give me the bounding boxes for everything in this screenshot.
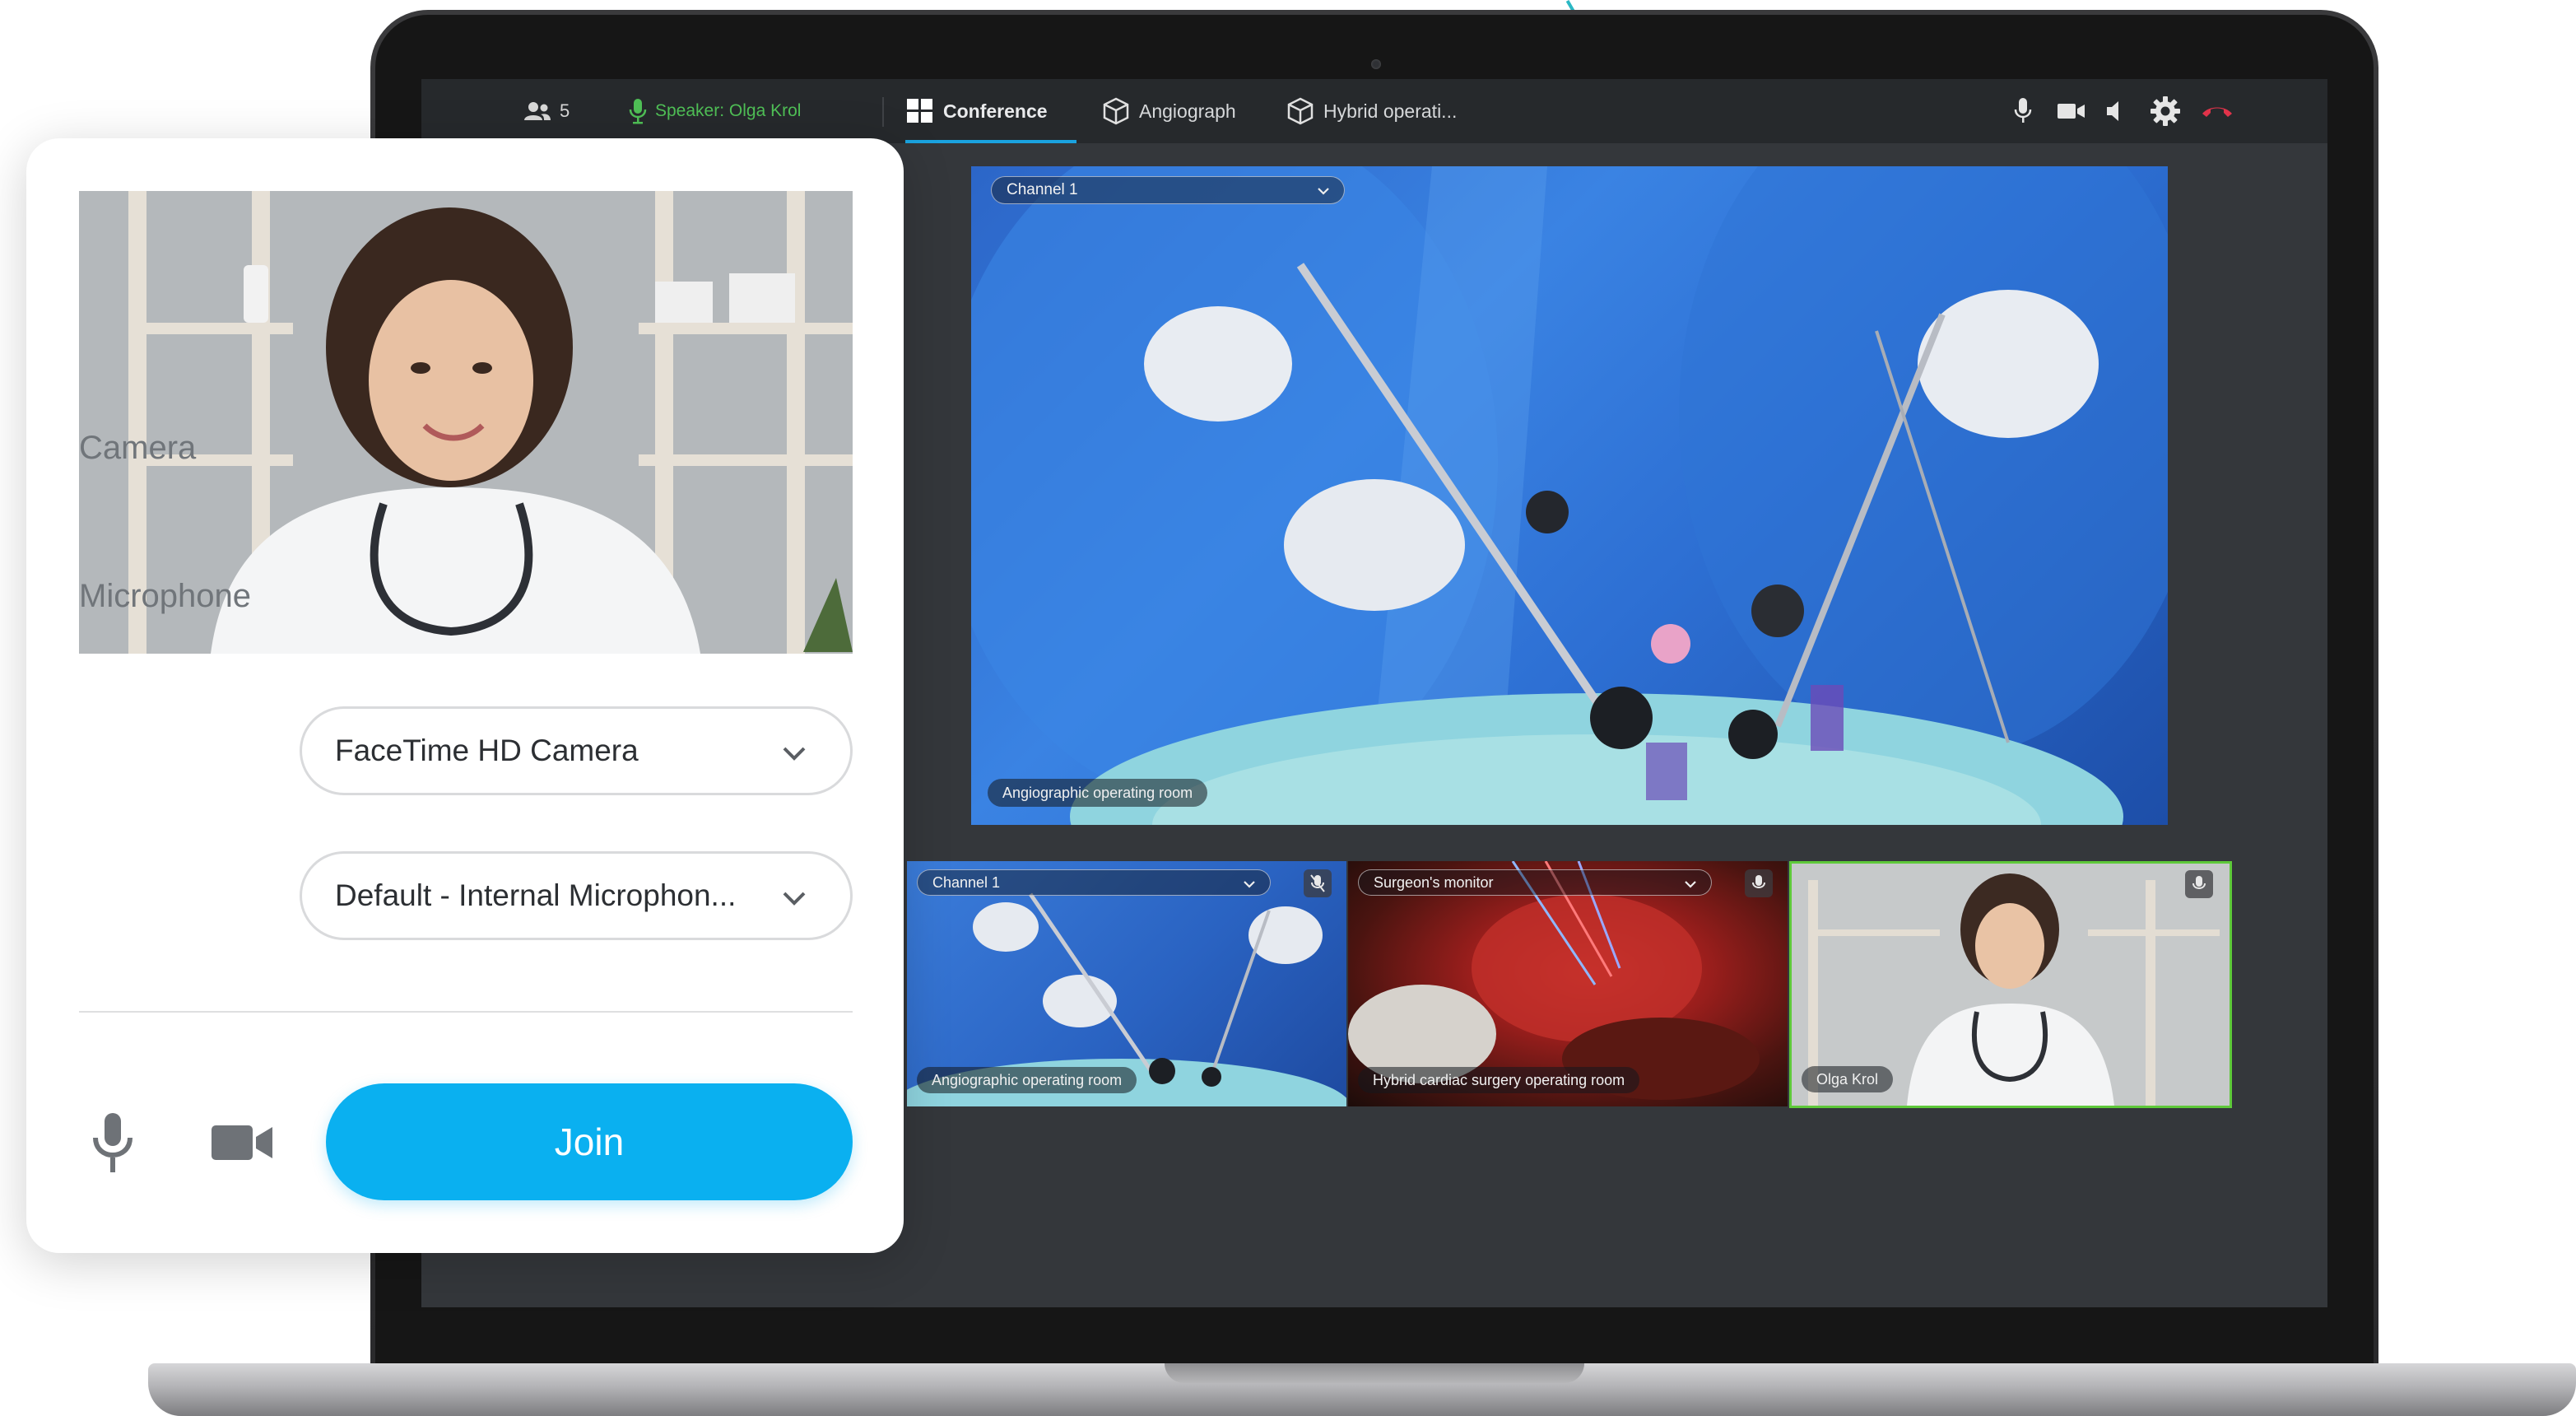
participants-count: 5	[560, 100, 570, 121]
room-label: Angiographic operating room	[1002, 784, 1193, 801]
tab-label: Angiograph	[1139, 100, 1236, 122]
microphone-icon	[93, 1113, 133, 1172]
toggle-camera-button[interactable]	[206, 1110, 280, 1176]
mic-indicator	[1745, 869, 1773, 897]
room-label: Angiographic operating room	[932, 1071, 1123, 1088]
participants-icon	[524, 102, 551, 120]
microphone-select[interactable]: Default - Internal Microphon...	[300, 851, 853, 940]
tab-hybrid-operating[interactable]: Hybrid operati...	[1287, 79, 1457, 143]
tab-label: Hybrid operati...	[1323, 100, 1458, 122]
settings-button[interactable]	[2150, 79, 2181, 143]
toggle-camera-button[interactable]	[2058, 79, 2085, 143]
microphone-icon	[2014, 98, 2032, 123]
tab-angiograph[interactable]: Angiograph	[1103, 79, 1236, 143]
camera-icon	[212, 1125, 272, 1160]
room-label-pill: Hybrid cardiac surgery operating room	[1358, 1067, 1640, 1093]
cube-icon	[1103, 97, 1129, 125]
channel-selector[interactable]: Channel 1	[917, 869, 1271, 896]
microphone-field-label: Microphone	[79, 578, 252, 614]
video-thumbnail[interactable]: Surgeon's monitor Hybrid cardiac surgery…	[1348, 861, 1788, 1106]
cube-icon	[1287, 97, 1314, 125]
main-video-feed[interactable]: Channel 1 Angiographic operating room	[971, 166, 2168, 825]
chevron-down-icon	[783, 892, 806, 906]
microphone-muted-icon	[1310, 874, 1325, 892]
chevron-down-icon	[1318, 188, 1329, 195]
channel-label: Surgeon's monitor	[1374, 873, 1494, 891]
camera-select-value: FaceTime HD Camera	[335, 734, 639, 767]
join-button[interactable]: Join	[326, 1083, 853, 1200]
laptop-notch	[1165, 1363, 1584, 1383]
speaker-label: Speaker: Olga Krol	[655, 101, 802, 120]
participant-name: Olga Krol	[1816, 1070, 1879, 1088]
channel-label: Channel 1	[1007, 181, 1078, 198]
join-panel: Camera FaceTime HD Camera Microphone Def…	[26, 138, 904, 1253]
speaker-icon	[2107, 101, 2118, 121]
channel-selector[interactable]: Surgeon's monitor	[1358, 869, 1712, 896]
toggle-microphone-button[interactable]	[2013, 79, 2033, 143]
chevron-down-icon	[1685, 881, 1696, 888]
tab-label: Conference	[943, 100, 1048, 122]
speaker-video-thumbnail[interactable]: Olga Krol	[1789, 861, 2232, 1108]
camera-icon	[2058, 104, 2085, 119]
microphone-icon	[2192, 876, 2206, 889]
webcam-dot	[1371, 59, 1381, 69]
grid-icon	[907, 99, 932, 123]
speaker-volume-button[interactable]	[2105, 79, 2125, 143]
camera-field-label: Camera	[79, 430, 197, 466]
settings-icon	[2151, 96, 2180, 126]
mic-indicator	[2185, 870, 2213, 898]
room-label-pill: Angiographic operating room	[988, 779, 1208, 807]
microphone-select-value: Default - Internal Microphon...	[335, 878, 737, 912]
panel-divider	[79, 1011, 853, 1013]
camera-select[interactable]: FaceTime HD Camera	[300, 706, 853, 795]
chevron-down-icon	[783, 747, 806, 761]
toggle-microphone-button[interactable]	[84, 1110, 142, 1176]
conference-toolbar: 5 Speaker: Olga Krol Conference Angiogra…	[421, 79, 2327, 143]
microphone-icon	[629, 99, 647, 124]
active-speaker-indicator: Speaker: Olga Krol	[629, 79, 801, 143]
participant-name-pill: Olga Krol	[1802, 1066, 1894, 1092]
chevron-down-icon	[1244, 881, 1255, 888]
video-thumbnail[interactable]: Channel 1 Angiographic operating room	[907, 861, 1346, 1106]
muted-mic-indicator	[1304, 869, 1332, 897]
tab-conference[interactable]: Conference	[907, 79, 1048, 143]
toolbar-divider	[882, 97, 884, 127]
channel-label: Channel 1	[932, 873, 1001, 891]
active-tab-indicator	[905, 140, 1076, 143]
hangup-icon	[2202, 107, 2232, 117]
surgery-video-image	[971, 166, 2168, 825]
participants-button[interactable]: 5	[523, 79, 570, 143]
hangup-button[interactable]	[2201, 79, 2234, 143]
room-label-pill: Angiographic operating room	[917, 1067, 1137, 1093]
room-label: Hybrid cardiac surgery operating room	[1373, 1071, 1625, 1088]
channel-selector[interactable]: Channel 1	[991, 176, 1345, 204]
microphone-icon	[1752, 875, 1765, 888]
